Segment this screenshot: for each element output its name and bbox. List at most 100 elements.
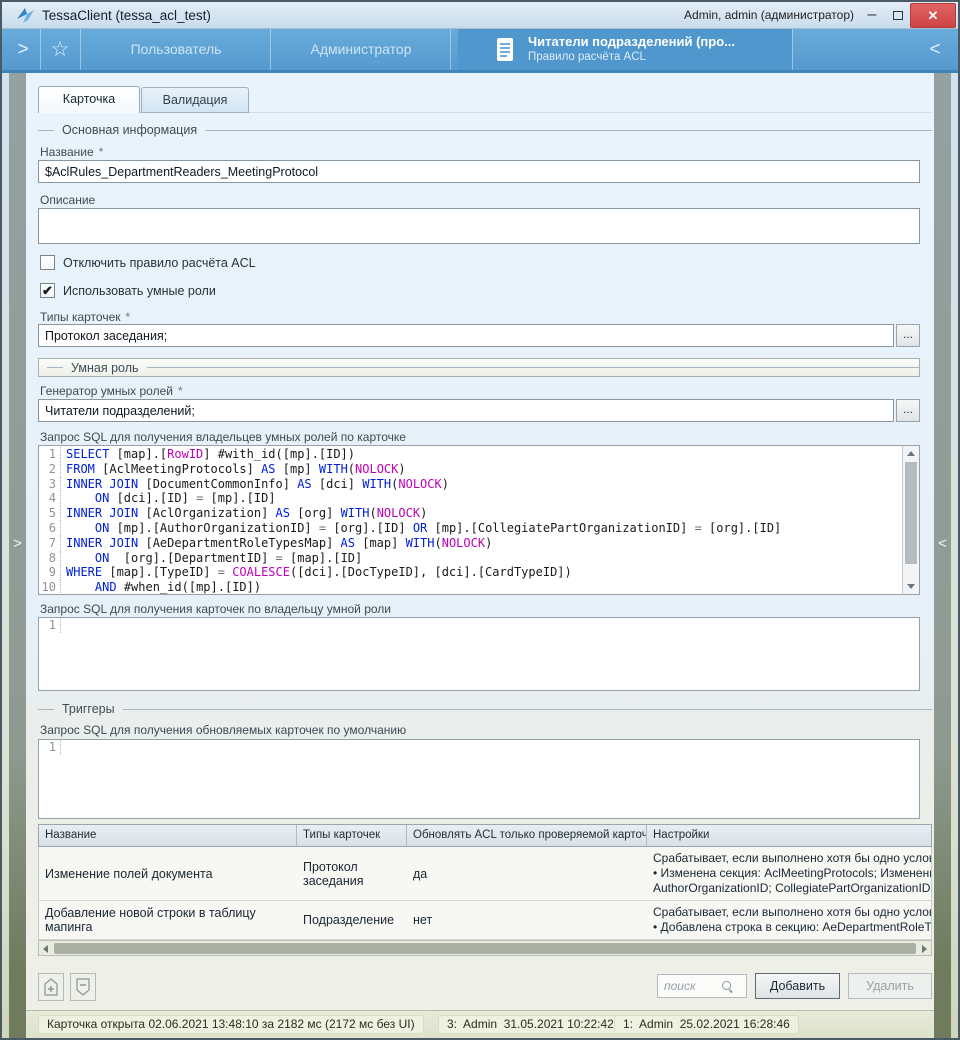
badge-minus-button[interactable] [70, 973, 96, 1001]
minimize-icon[interactable]: – [860, 2, 884, 29]
table-search-box[interactable] [657, 974, 747, 998]
trigger-settings-cell: Срабатывает, если выполнено хотя бы одно… [647, 901, 932, 939]
code-line: 2FROM [AclMeetingProtocols] AS [mp] WITH… [39, 462, 919, 477]
search-input[interactable] [664, 979, 722, 993]
line-number: 1 [39, 447, 61, 462]
trigger-types-cell: Подразделение [297, 909, 407, 931]
line-number: 3 [39, 477, 61, 492]
table-header-row: НазваниеТипы карточекОбновлять ACL тольк… [38, 824, 932, 847]
scrollbar-thumb[interactable] [905, 462, 917, 564]
scrollbar-thumb[interactable] [54, 943, 916, 954]
section-smart-role-label: Умная роль [71, 361, 139, 375]
section-triggers-label: Триггеры [62, 702, 115, 716]
nav-divider [80, 29, 81, 70]
name-field[interactable] [38, 160, 920, 183]
code-line: 10 AND #when_id([mp].[ID]) [39, 580, 919, 595]
badge-plus-button[interactable] [38, 973, 64, 1001]
line-number: 5 [39, 506, 61, 521]
line-number: 10 [39, 580, 61, 595]
tab-card[interactable]: Карточка [38, 86, 140, 113]
add-button[interactable]: Добавить [755, 973, 840, 999]
card-types-field[interactable] [38, 324, 894, 347]
sql-owners-scrollbar[interactable] [902, 446, 919, 594]
sql-owners-label: Запрос SQL для получения владельцев умны… [40, 430, 406, 444]
scroll-up-icon[interactable] [907, 451, 915, 456]
table-header-cell[interactable]: Типы карточек [297, 824, 407, 847]
right-panel-splitter[interactable]: < [934, 73, 951, 1038]
triggers-table: НазваниеТипы карточекОбновлять ACL тольк… [38, 824, 932, 956]
required-marker: * [99, 145, 104, 159]
code-line: 3INNER JOIN [DocumentCommonInfo] AS [dci… [39, 477, 919, 492]
scroll-left-icon[interactable] [43, 945, 48, 953]
table-header-cell[interactable]: Обновлять ACL только проверяемой карточк… [407, 824, 647, 847]
active-card-subtitle: Правило расчёта ACL [528, 51, 646, 63]
disable-acl-checkbox-row[interactable]: Отключить правило расчёта ACL [40, 255, 256, 270]
code-line: 5INNER JOIN [AclOrganization] AS [org] W… [39, 506, 919, 521]
sql-owners-editor[interactable]: 1SELECT [map].[RowID] #with_id([mp].[ID]… [38, 445, 920, 595]
trigger-settings-cell: Срабатывает, если выполнено хотя бы одно… [647, 847, 932, 900]
code-line: 1SELECT [map].[RowID] #with_id([mp].[ID]… [39, 447, 919, 462]
sql-default-editor[interactable]: 1 [38, 739, 920, 819]
tab-validation[interactable]: Валидация [141, 87, 249, 113]
code-line: 4 ON [dci].[ID] = [mp].[ID] [39, 491, 919, 506]
table-header-cell[interactable]: Название [39, 824, 297, 847]
code-line: 8 ON [org].[DepartmentID] = [map].[ID] [39, 551, 919, 566]
use-smart-roles-checkbox-row[interactable]: ✔ Использовать умные роли [40, 283, 216, 298]
favorites-star-icon[interactable]: ☆ [42, 29, 78, 70]
code-line: 6 ON [mp].[AuthorOrganizationID] = [org]… [39, 521, 919, 536]
table-header-cell[interactable]: Настройки [647, 824, 932, 847]
trigger-only-checked-cell: нет [407, 909, 647, 931]
generator-ellipsis-button[interactable]: ... [896, 399, 920, 422]
name-label: Название* [40, 145, 103, 159]
app-window: TessaClient (tessa_acl_test) Admin, admi… [0, 0, 960, 1040]
scroll-down-icon[interactable] [907, 584, 915, 589]
tessa-logo-icon [16, 7, 35, 24]
document-icon [494, 37, 516, 63]
disable-acl-checkbox[interactable] [40, 255, 55, 270]
line-number: 1 [39, 740, 61, 755]
table-horizontal-scrollbar[interactable] [38, 940, 932, 956]
description-field[interactable] [38, 208, 920, 244]
status-card-opened: Карточка открыта 02.06.2021 13:48:10 за … [38, 1015, 424, 1034]
code-line: 9WHERE [map].[TypeID] = COALESCE([dci].[… [39, 565, 919, 580]
nav-divider [792, 29, 793, 70]
line-number: 4 [39, 491, 61, 506]
description-label: Описание [40, 193, 95, 207]
expand-panel-chevron-icon[interactable]: > [8, 29, 38, 70]
section-triggers: Триггеры [38, 702, 932, 716]
active-card-title: Читатели подразделений (про... [528, 34, 735, 49]
table-row[interactable]: Изменение полей документаПротокол заседа… [38, 847, 932, 901]
left-panel-chevron-icon[interactable]: > [9, 535, 26, 552]
nav-tab-active[interactable]: Читатели подразделений (про... Правило р… [458, 29, 792, 70]
scroll-right-icon[interactable] [922, 945, 927, 953]
left-panel-splitter[interactable]: > [9, 73, 26, 1038]
nav-divider [270, 29, 271, 70]
left-window-edge [2, 73, 9, 1038]
generator-field[interactable] [38, 399, 894, 422]
delete-button[interactable]: Удалить [848, 973, 932, 999]
right-panel-chevron-icon[interactable]: < [934, 535, 951, 552]
nav-tab-user[interactable]: Пользователь [82, 29, 270, 70]
close-icon[interactable]: ✕ [910, 3, 956, 28]
section-smart-role: Умная роль [38, 358, 920, 377]
line-number: 1 [39, 618, 61, 633]
line-number: 2 [39, 462, 61, 477]
trigger-name-cell: Изменение полей документа [39, 863, 297, 885]
card-types-ellipsis-button[interactable]: ... [896, 324, 920, 347]
use-smart-roles-checkbox[interactable]: ✔ [40, 283, 55, 298]
maximize-icon[interactable] [886, 2, 910, 29]
required-marker: * [178, 384, 183, 398]
sql-cards-label: Запрос SQL для получения карточек по вла… [40, 602, 391, 616]
sql-cards-editor[interactable]: 1 [38, 617, 920, 691]
table-row[interactable]: Добавление новой строки в таблицу мапинг… [38, 901, 932, 940]
collapse-tab-chevron-icon[interactable]: < [920, 29, 950, 70]
status-modified-info: 3: Admin 31.05.2021 10:22:42 [438, 1015, 623, 1034]
current-user-label: Admin, admin (администратор) [684, 2, 854, 29]
nav-divider [40, 29, 41, 70]
nav-tab-admin[interactable]: Администратор [272, 29, 450, 70]
window-title: TessaClient (tessa_acl_test) [42, 2, 211, 29]
status-bar: Карточка открыта 02.06.2021 13:48:10 за … [26, 1010, 934, 1038]
trigger-types-cell: Протокол заседания [297, 856, 407, 892]
line-number: 8 [39, 551, 61, 566]
badge-minus-icon [75, 977, 91, 997]
